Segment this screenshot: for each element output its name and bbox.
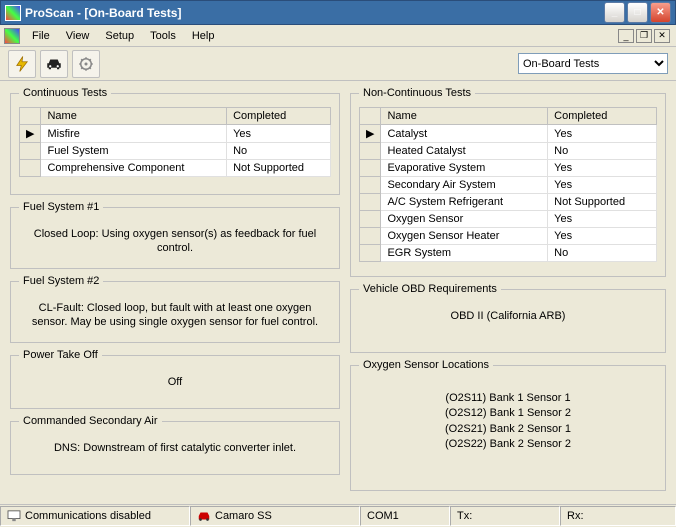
monitor-icon (7, 510, 21, 522)
continuous-legend: Continuous Tests (19, 87, 111, 99)
obd-legend: Vehicle OBD Requirements (359, 283, 501, 295)
status-tx: Tx: (450, 506, 560, 526)
csa-text: DNS: Downstream of first catalytic conve… (19, 435, 331, 461)
lightning-button[interactable] (8, 50, 36, 78)
table-row: ▶CatalystYes (360, 125, 657, 143)
oxygen-sensor-panel: Oxygen Sensor Locations (O2S11) Bank 1 S… (350, 359, 666, 491)
table-row: Comprehensive ComponentNot Supported (20, 160, 331, 177)
menu-bar: File View Setup Tools Help _ ❐ ✕ (0, 25, 676, 47)
fuel2-text: CL-Fault: Closed loop, but fault with at… (19, 295, 331, 336)
table-row: Fuel SystemNo (20, 143, 331, 160)
col-completed: Completed (548, 108, 657, 125)
oxy-list: (O2S11) Bank 1 Sensor 1 (O2S12) Bank 1 S… (359, 379, 657, 465)
col-name: Name (41, 108, 227, 125)
table-row: A/C System RefrigerantNot Supported (360, 194, 657, 211)
mdi-restore-button[interactable]: ❐ (636, 29, 652, 43)
table-row: Heated CatalystNo (360, 143, 657, 160)
table-row: ▶MisfireYes (20, 125, 331, 143)
table-row: Oxygen SensorYes (360, 211, 657, 228)
content-area: Continuous Tests NameCompleted ▶MisfireY… (0, 81, 676, 504)
fuel-system-2-panel: Fuel System #2 CL-Fault: Closed loop, bu… (10, 275, 340, 343)
car-icon (45, 55, 63, 73)
col-completed: Completed (227, 108, 331, 125)
obd-text: OBD II (California ARB) (359, 303, 657, 329)
pto-text: Off (19, 369, 331, 395)
fuel1-text: Closed Loop: Using oxygen sensor(s) as f… (19, 221, 331, 262)
pto-legend: Power Take Off (19, 349, 102, 361)
mdi-close-button[interactable]: ✕ (654, 29, 670, 43)
menu-help[interactable]: Help (184, 28, 223, 44)
power-take-off-panel: Power Take Off Off (10, 349, 340, 409)
close-button[interactable]: ✕ (650, 2, 671, 23)
oxy-legend: Oxygen Sensor Locations (359, 359, 493, 371)
car-icon (197, 510, 211, 522)
status-bar: Communications disabled Camaro SS COM1 T… (0, 504, 676, 526)
maximize-button[interactable]: □ (627, 2, 648, 23)
window-title: ProScan - [On-Board Tests] (25, 6, 604, 20)
view-selector[interactable]: On-Board Tests (518, 53, 668, 74)
minimize-button[interactable]: _ (604, 2, 625, 23)
status-port: COM1 (360, 506, 450, 526)
table-row: EGR SystemNo (360, 245, 657, 262)
vehicle-button[interactable] (40, 50, 68, 78)
fuel-system-1-panel: Fuel System #1 Closed Loop: Using oxygen… (10, 201, 340, 269)
lightning-icon (13, 55, 31, 73)
list-item: (O2S22) Bank 2 Sensor 2 (363, 437, 653, 452)
list-item: (O2S21) Bank 2 Sensor 1 (363, 422, 653, 437)
menu-setup[interactable]: Setup (97, 28, 142, 44)
status-rx: Rx: (560, 506, 676, 526)
vehicle-obd-panel: Vehicle OBD Requirements OBD II (Califor… (350, 283, 666, 353)
table-row: Secondary Air SystemYes (360, 177, 657, 194)
menu-tools[interactable]: Tools (142, 28, 184, 44)
gear-icon (77, 55, 95, 73)
toolbar: On-Board Tests (0, 47, 676, 81)
col-name: Name (381, 108, 548, 125)
noncontinuous-table[interactable]: NameCompleted ▶CatalystYes Heated Cataly… (359, 107, 657, 262)
noncontinuous-tests-panel: Non-Continuous Tests NameCompleted ▶Cata… (350, 87, 666, 277)
fuel2-legend: Fuel System #2 (19, 275, 103, 287)
app-icon (5, 5, 21, 21)
status-vehicle: Camaro SS (190, 506, 360, 526)
commanded-secondary-air-panel: Commanded Secondary Air DNS: Downstream … (10, 415, 340, 475)
noncontinuous-legend: Non-Continuous Tests (359, 87, 475, 99)
table-row: Evaporative SystemYes (360, 160, 657, 177)
mdi-icon (4, 28, 20, 44)
menu-view[interactable]: View (58, 28, 98, 44)
fuel1-legend: Fuel System #1 (19, 201, 103, 213)
continuous-tests-panel: Continuous Tests NameCompleted ▶MisfireY… (10, 87, 340, 195)
gear-button[interactable] (72, 50, 100, 78)
mdi-minimize-button[interactable]: _ (618, 29, 634, 43)
table-row: Oxygen Sensor HeaterYes (360, 228, 657, 245)
list-item: (O2S12) Bank 1 Sensor 2 (363, 406, 653, 421)
csa-legend: Commanded Secondary Air (19, 415, 162, 427)
title-bar: ProScan - [On-Board Tests] _ □ ✕ (0, 0, 676, 25)
continuous-table[interactable]: NameCompleted ▶MisfireYes Fuel SystemNo … (19, 107, 331, 177)
list-item: (O2S11) Bank 1 Sensor 1 (363, 391, 653, 406)
menu-file[interactable]: File (24, 28, 58, 44)
status-comm: Communications disabled (0, 506, 190, 526)
